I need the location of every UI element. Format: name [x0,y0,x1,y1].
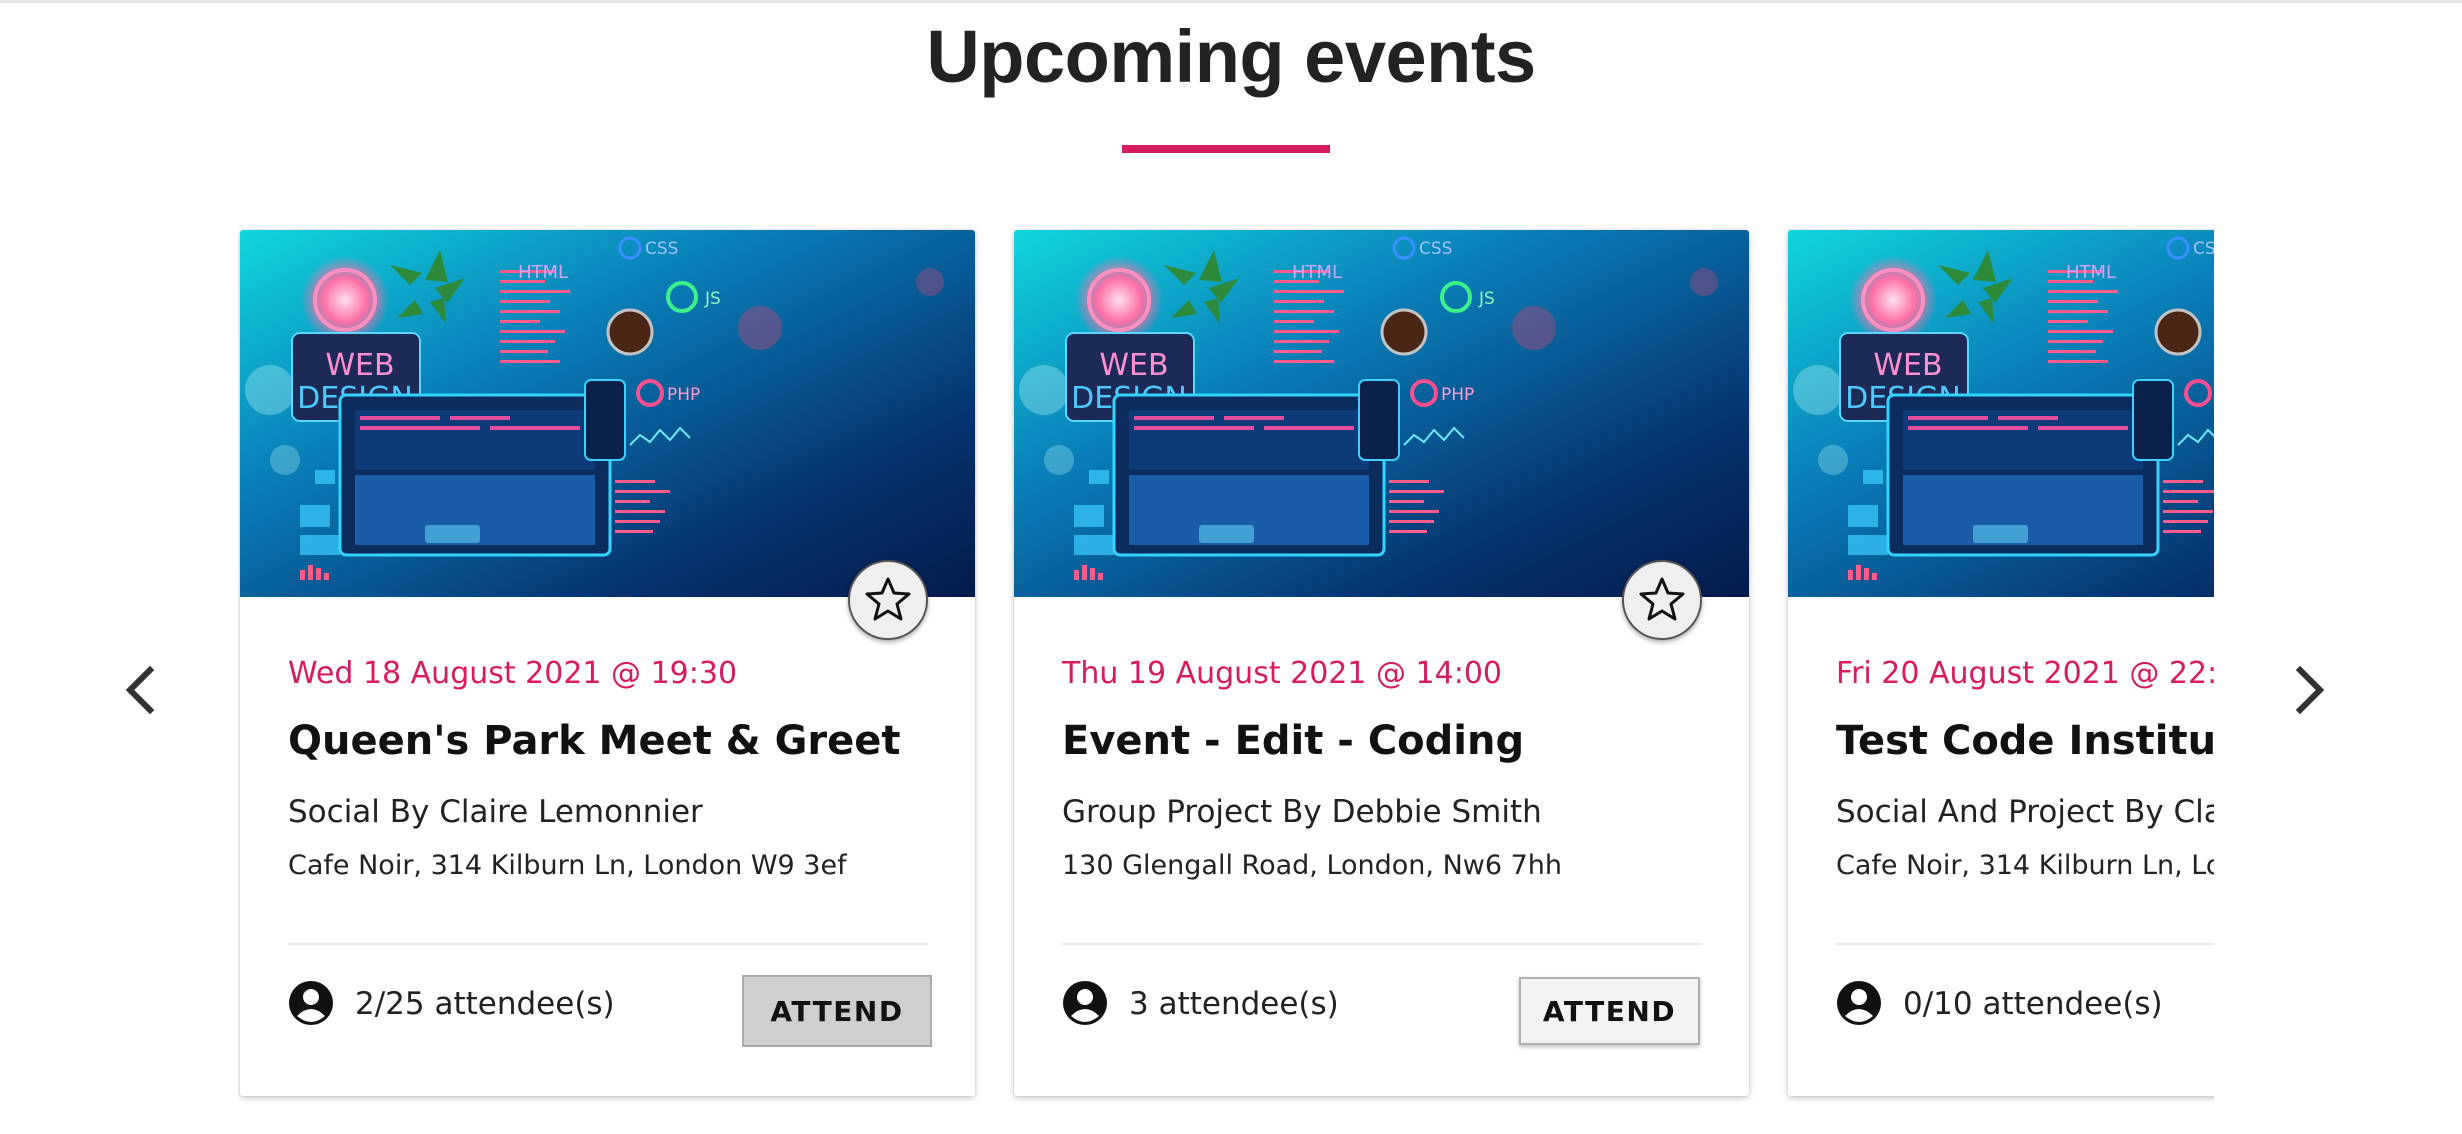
html-text: HTML [2066,262,2116,283]
css-text: CSS [645,239,678,259]
php-text: PHP [1441,385,1474,405]
event-address: Cafe Noir, 314 Kilburn Ln, London W9 3ef [288,850,847,881]
event-image: WEB DESIGN HTML CSS [1788,230,2214,597]
event-address: Cafe Noir, 314 Kilburn Ln, London [1836,850,2214,881]
event-card[interactable]: WEB DESIGN HTML CSS [1788,230,2214,1096]
event-card[interactable]: WEB DESIGN HTML CSS JS PHP [240,230,975,1096]
event-card[interactable]: WEB DESIGN HTML CSS JS PHP [1014,230,1749,1096]
user-avatar-icon [1063,981,1107,1025]
top-border [0,0,2462,3]
event-title[interactable]: Queen's Park Meet & Greet [288,718,901,764]
event-date: Fri 20 August 2021 @ 22:30 [1836,656,2214,691]
event-organiser: Social And Project By Claire [1836,794,2214,830]
attend-button[interactable]: ATTEND [742,975,932,1047]
attendee-count: 0/10 attendee(s) [1903,986,2163,1022]
title-underline [1122,145,1330,153]
user-avatar-icon [289,981,333,1025]
web-text: WEB [1099,348,1168,383]
js-text: JS [1478,289,1495,309]
css-text: CSS [1419,239,1452,259]
event-organiser: Social By Claire Lemonnier [288,794,703,830]
carousel-next-button[interactable] [2278,660,2338,720]
event-date: Wed 18 August 2021 @ 19:30 [288,656,738,691]
event-image: WEB DESIGN HTML CSS JS PHP [1014,230,1749,597]
star-outline-icon [865,577,911,621]
js-text: JS [704,289,721,309]
star-outline-icon [1639,577,1685,621]
html-text: HTML [518,262,568,283]
event-address: 130 Glengall Road, London, Nw6 7hh [1062,850,1563,881]
attendee-count: 2/25 attendee(s) [355,986,615,1022]
favourite-button[interactable] [848,560,928,640]
events-carousel: WEB DESIGN HTML CSS JS PHP [238,224,2214,1104]
event-organiser: Group Project By Debbie Smith [1062,794,1542,830]
web-text: WEB [1873,348,1942,383]
chevron-left-icon [125,665,155,715]
card-divider [1836,943,2214,945]
attendee-count: 3 attendee(s) [1129,986,1339,1022]
css-text: CSS [2193,239,2214,259]
card-divider [1062,943,1702,945]
event-image: WEB DESIGN HTML CSS JS PHP [240,230,975,597]
card-divider [288,943,928,945]
carousel-prev-button[interactable] [112,660,172,720]
event-date: Thu 19 August 2021 @ 14:00 [1062,656,1502,691]
web-text: WEB [325,348,394,383]
attend-button[interactable]: ATTEND [1519,977,1700,1045]
event-title[interactable]: Test Code Institute [1836,718,2214,764]
html-text: HTML [1292,262,1342,283]
favourite-button[interactable] [1622,560,1702,640]
event-title[interactable]: Event - Edit - Coding [1062,718,1524,764]
php-text: PHP [667,385,700,405]
section-title: Upcoming events [926,15,1536,98]
user-avatar-icon [1837,981,1881,1025]
chevron-right-icon [2295,665,2325,715]
